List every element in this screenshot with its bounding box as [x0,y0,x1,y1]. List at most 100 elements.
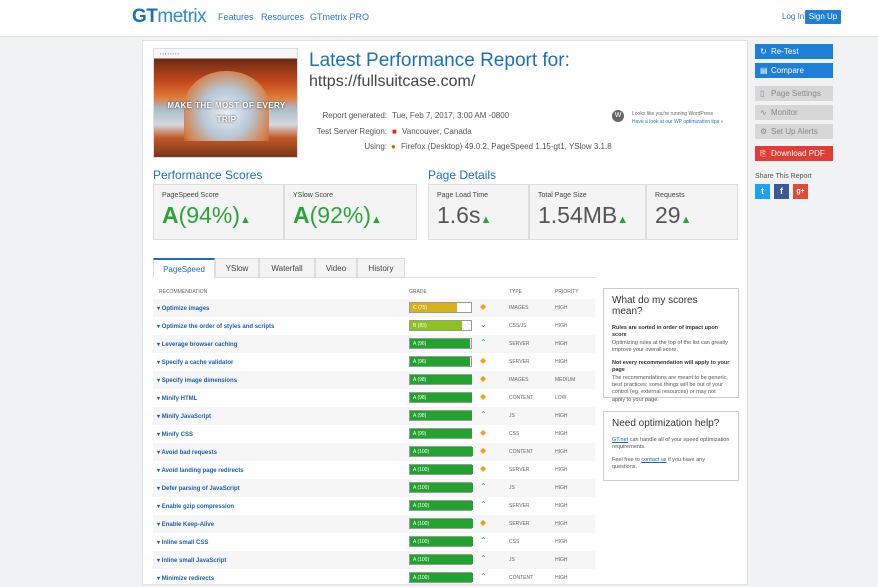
recommendation-name[interactable]: ▾ Optimize images [157,305,209,312]
tab-yslow[interactable]: YSlow [215,258,259,278]
recommendation-name[interactable]: ▾ Minify HTML [157,395,197,402]
page-settings-label: Page Settings [771,89,821,98]
google-plus-icon[interactable]: g+ [793,184,808,199]
grade-bar: A (100) [409,572,473,583]
recommendation-name[interactable]: ▾ Minify CSS [157,431,193,438]
grade-text: A (100) [413,467,430,473]
grade-text: A (100) [413,449,430,455]
recommendation-name[interactable]: ▾ Minify JavaScript [157,413,211,420]
nav-resources[interactable]: Resources [261,12,304,22]
recommendation-name[interactable]: ▾ Avoid bad requests [157,449,217,456]
alerts-label: Set Up Alerts [771,127,818,136]
table-row[interactable]: ▾ Minify JavaScript A (98) ⌃ JS HIGH [153,407,595,425]
recommendation-name[interactable]: ▾ Inline small JavaScript [157,557,226,564]
grade-bar: C (75) [409,302,472,313]
table-row[interactable]: ▾ Enable gzip compression A (100) ⌃ SERVER H… [153,497,595,515]
recommendation-name[interactable]: ▾ Leverage browser caching [157,341,237,348]
recommendation-name[interactable]: ▾ Optimize the order of styles and scrip… [157,323,274,330]
arrow-up-icon: ▲ [680,214,692,226]
table-row[interactable]: ▾ Enable Keep-Alive A (100) ◆ SERVER HIGH [153,515,595,533]
table-row[interactable]: ▾ Minimize redirects A (100) ⌃ CONTENT HIGH [153,569,595,587]
page-settings-button[interactable]: ▯ Page Settings [755,86,833,101]
recommendation-name[interactable]: ▾ Inline small CSS [157,539,208,546]
col-grade: GRADE [409,289,427,295]
document-icon: ▯ [760,89,765,98]
load-time-value: 1.6s [437,202,481,228]
trend-up-icon: ⌃ [480,554,487,563]
table-row[interactable]: ▾ Avoid bad requests A (100) ◆ CONTENT HIGH [153,443,595,461]
col-priority: PRIORITY [555,289,579,295]
grade-bar: A (98) [409,374,472,385]
arrow-up-icon: ▲ [617,214,629,226]
wordpress-text: Looks like you're running WordPress [632,111,714,117]
recommendation-label: Specify a cache validator [161,360,234,366]
trend-up-icon: ⌃ [480,572,487,581]
yslow-grade: A [293,202,310,228]
recommendation-priority: HIGH [555,341,568,347]
table-row[interactable]: ▾ Minify CSS A (99) ◆ CSS HIGH [153,425,595,443]
contact-us-link[interactable]: contact us [641,457,666,463]
nav-gtmetrix-pro[interactable]: GTmetrix PRO [310,12,369,22]
wordpress-icon: W [612,110,624,122]
grade-text: C (75) [413,305,427,311]
recommendation-type: CSS [509,431,520,437]
recommendation-type: CONTENT [509,575,534,581]
top-bar: GTmetrix Features Resources GTmetrix PRO… [0,0,878,37]
retest-button[interactable]: ↻ Re-Test [755,44,833,59]
monitor-button[interactable]: ∿ Monitor [755,105,833,120]
tab-waterfall[interactable]: Waterfall [259,258,315,278]
yslow-pct: (92%) [309,202,371,228]
table-row[interactable]: ▾ Specify image dimensions A (98) ◆ IMAGES M… [153,371,595,389]
recommendation-name[interactable]: ▾ Specify image dimensions [157,377,237,384]
gtmetrix-logo[interactable]: GTmetrix [132,6,207,28]
table-row[interactable]: ▾ Optimize images C (75) ◆ IMAGES HIGH [153,299,595,317]
download-pdf-button[interactable]: ⎘ Download PDF [755,146,833,161]
optimization-help-text-1: can handle all of your speed optimizatio… [612,437,730,451]
recommendation-name[interactable]: ▾ Avoid landing page redirects [157,467,244,474]
table-row[interactable]: ▾ Inline small JavaScript A (100) ⌃ JS HIGH [153,551,595,569]
trend-diamond-icon: ◆ [480,464,487,473]
table-row[interactable]: ▾ Optimize the order of styles and scrip… [153,317,595,335]
requests-label: Requests [655,192,685,199]
facebook-icon[interactable]: f [774,184,789,199]
recommendation-name[interactable]: ▾ Enable Keep-Alive [157,521,214,528]
grade-text: A (100) [413,521,430,527]
table-row[interactable]: ▾ Leverage browser caching A (96) ⌃ SERVER H… [153,335,595,353]
nav-features[interactable]: Features [218,12,254,22]
grade-bar: A (99) [409,428,472,439]
recommendation-name[interactable]: ▾ Defer parsing of JavaScript [157,485,240,492]
tab-pagespeed[interactable]: PageSpeed [153,258,215,278]
signup-button[interactable]: Sign Up [805,10,841,24]
trend-up-icon: ⌃ [480,410,487,419]
tab-video[interactable]: Video [315,258,357,278]
recommendation-type: SERVER [509,359,530,365]
recommendation-name[interactable]: ▾ Minimize redirects [157,575,214,582]
scores-help-text-2: The recommendations are meant to be gene… [612,374,728,403]
twitter-icon[interactable]: t [755,184,770,199]
recommendation-type: IMAGES [509,305,529,311]
table-row[interactable]: ▾ Avoid landing page redirects A (100) ◆ SE… [153,461,595,479]
alerts-button[interactable]: ⚙ Set Up Alerts [755,124,833,139]
tab-history[interactable]: History [357,258,405,278]
recommendation-label: Minify JavaScript [161,414,212,420]
gtnet-link[interactable]: GT.net [612,437,628,443]
recommendation-name[interactable]: ▾ Enable gzip compression [157,503,234,510]
logo-rest: metrix [157,6,207,27]
wordpress-link[interactable]: Have a look at our WP optimization tips … [632,119,742,125]
page-size-card: Total Page Size 1.54MB▲ [529,184,646,240]
trend-diamond-icon: ◆ [480,428,487,437]
grade-text: A (100) [413,539,430,545]
page-size-value: 1.54MB [538,202,618,228]
recommendation-priority: HIGH [555,539,568,545]
table-row[interactable]: ▾ Inline small CSS A (100) ⌃ CSS HIGH [153,533,595,551]
optimization-help-title: Need optimization help? [612,418,720,429]
login-link[interactable]: Log In [782,12,804,21]
table-row[interactable]: ▾ Minify HTML A (98) ◆ CONTENT LOW [153,389,595,407]
compare-button[interactable]: ▤ Compare [755,63,833,78]
recommendation-priority: HIGH [555,575,568,581]
requests-value: 29 [655,202,681,228]
table-row[interactable]: ▾ Defer parsing of JavaScript A (100) ⌃ JS H… [153,479,595,497]
table-row[interactable]: ▾ Specify a cache validator A (96) ◆ SERVER… [153,353,595,371]
optimization-help-text-2a: Feel free to [612,456,642,463]
recommendation-name[interactable]: ▾ Specify a cache validator [157,359,233,366]
